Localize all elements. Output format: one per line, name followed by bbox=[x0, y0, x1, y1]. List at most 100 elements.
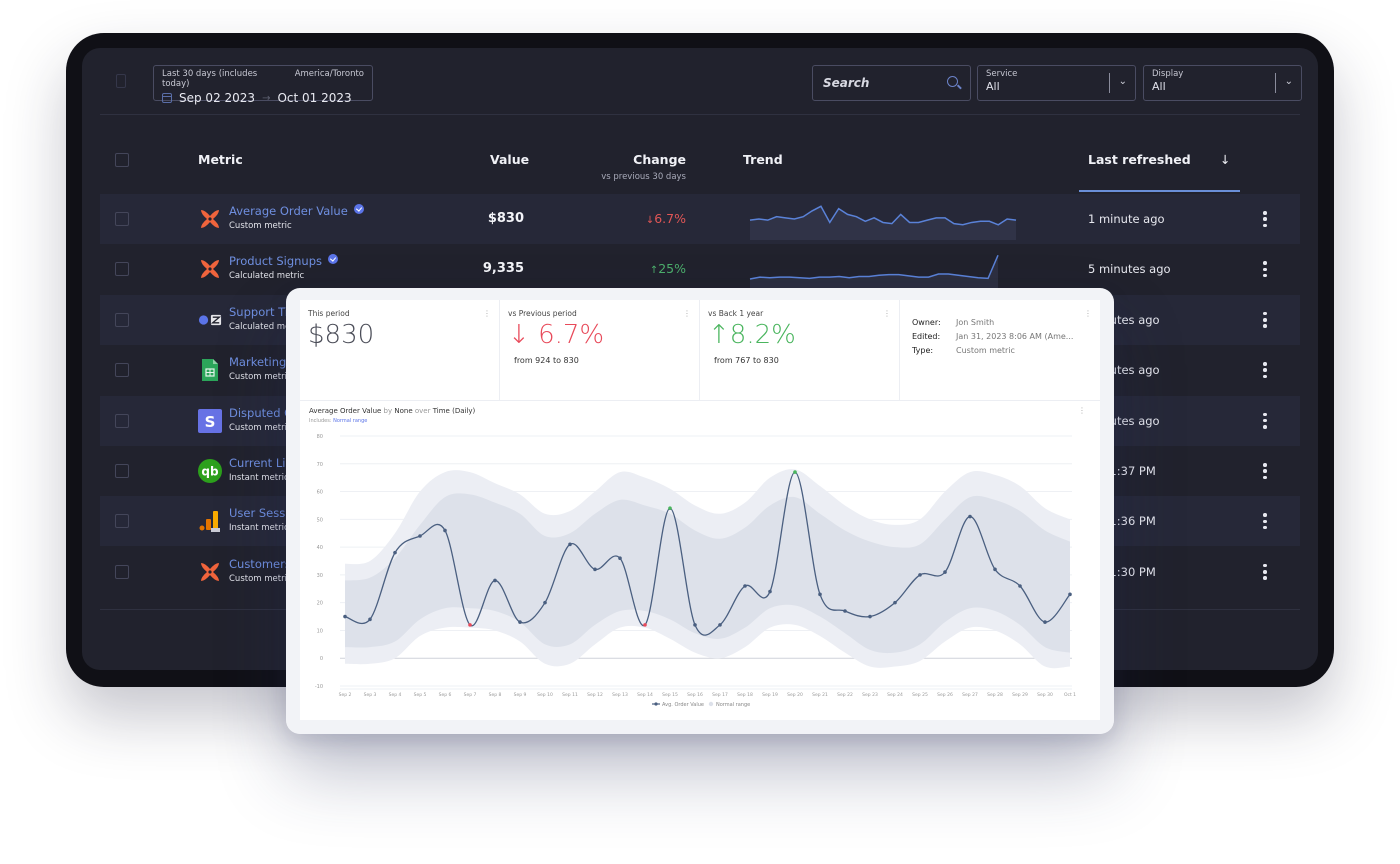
x-tick-label: Sep 9 bbox=[514, 692, 527, 698]
row-menu-icon[interactable] bbox=[1263, 412, 1267, 429]
data-point bbox=[343, 614, 347, 619]
header-change[interactable]: Change bbox=[633, 152, 686, 167]
metric-name-link[interactable]: Average Order Value bbox=[229, 204, 364, 218]
search-icon[interactable] bbox=[947, 76, 958, 87]
x-tick-label: Sep 26 bbox=[937, 692, 953, 698]
x-tick-label: Sep 27 bbox=[962, 692, 978, 698]
metric-value: $830 bbox=[487, 211, 524, 226]
data-point bbox=[643, 623, 647, 627]
table-row[interactable]: Product Signups Calculated metric 9,335 ↑25… bbox=[100, 244, 1300, 294]
metric-name[interactable]: Marketing bbox=[229, 355, 286, 369]
sort-desc-icon[interactable]: ↓ bbox=[1220, 152, 1230, 167]
row-checkbox[interactable] bbox=[115, 413, 129, 428]
data-point bbox=[868, 614, 872, 619]
row-checkbox[interactable] bbox=[115, 564, 129, 579]
data-point bbox=[368, 617, 372, 622]
data-point bbox=[943, 570, 947, 574]
data-point bbox=[1043, 620, 1047, 624]
metric-type: Custom metric bbox=[229, 372, 292, 383]
data-point bbox=[693, 623, 697, 627]
service-label: Service bbox=[986, 69, 1018, 79]
google-sheets-icon bbox=[198, 358, 222, 382]
row-checkbox[interactable] bbox=[115, 262, 129, 277]
chevron-down-icon[interactable]: ⌄ bbox=[1285, 76, 1293, 87]
metric-detail-card: This period ⋮ $830 vs Previous period ⋮ … bbox=[286, 288, 1114, 734]
date-range-picker[interactable]: Last 30 days (includes today) America/To… bbox=[153, 65, 373, 105]
metric-name-link[interactable]: Customers bbox=[229, 557, 291, 571]
header-value[interactable]: Value bbox=[490, 152, 529, 167]
date-range-label: Last 30 days (includes today) bbox=[162, 69, 258, 89]
search-box[interactable] bbox=[812, 65, 971, 101]
legend-avg-order-value: Avg. Order Value bbox=[662, 702, 704, 708]
display-value: All bbox=[1152, 80, 1166, 93]
x-tick-label: Sep 19 bbox=[762, 692, 778, 698]
display-select[interactable]: Display All ⌄ bbox=[1143, 65, 1302, 101]
select-all-checkbox[interactable] bbox=[115, 153, 129, 167]
row-checkbox[interactable] bbox=[115, 312, 129, 327]
x-tick-label: Sep 2 bbox=[339, 692, 352, 698]
metric-value: 9,335 bbox=[482, 261, 524, 277]
select-divider bbox=[1109, 73, 1110, 93]
table-row[interactable]: Average Order Value Custom metric $830 ↓6.7… bbox=[100, 194, 1300, 244]
y-tick-label: 10 bbox=[317, 628, 323, 634]
legend-range-swatch bbox=[708, 701, 714, 707]
metric-name-link[interactable]: Marketing bbox=[229, 355, 286, 369]
x-tick-label: Sep 5 bbox=[414, 692, 427, 698]
metric-change: ↑25% bbox=[650, 261, 686, 276]
row-menu-icon[interactable] bbox=[1263, 563, 1267, 580]
data-point bbox=[1018, 584, 1022, 588]
metric-name[interactable]: Average Order Value bbox=[229, 204, 348, 218]
y-tick-label: 40 bbox=[317, 545, 323, 551]
row-menu-icon[interactable] bbox=[1263, 261, 1267, 278]
data-point bbox=[918, 573, 922, 577]
toolbar: Last 30 days (includes today) America/To… bbox=[82, 48, 1318, 114]
x-tick-label: Sep 6 bbox=[439, 692, 452, 698]
x-tick-label: Sep 22 bbox=[837, 692, 853, 698]
metric-name[interactable]: Product Signups bbox=[229, 254, 322, 268]
y-tick-label: 60 bbox=[317, 490, 323, 496]
arrow-up-icon: ↑ bbox=[649, 265, 659, 277]
row-menu-icon[interactable] bbox=[1263, 362, 1267, 379]
select-divider bbox=[1275, 73, 1276, 93]
metric-name-link[interactable]: Product Signups bbox=[229, 254, 338, 268]
x-tick-label: Sep 25 bbox=[912, 692, 928, 698]
trash-icon[interactable] bbox=[116, 74, 126, 88]
row-checkbox[interactable] bbox=[115, 514, 129, 529]
chevron-down-icon[interactable]: ⌄ bbox=[1119, 76, 1127, 87]
header-change-sub: vs previous 30 days bbox=[601, 172, 686, 182]
quickbooks-icon: qb bbox=[198, 459, 222, 483]
row-menu-icon[interactable] bbox=[1263, 211, 1267, 227]
x-tick-label: Sep 24 bbox=[887, 692, 903, 698]
metric-type: Calculated metric bbox=[229, 271, 305, 282]
x-tick-label: Sep 20 bbox=[787, 692, 803, 698]
search-input[interactable] bbox=[823, 76, 938, 90]
header-metric[interactable]: Metric bbox=[198, 152, 243, 167]
y-tick-label: 30 bbox=[317, 573, 323, 579]
header-last-refreshed[interactable]: Last refreshed bbox=[1088, 152, 1191, 167]
metric-detail-panel: This period ⋮ $830 vs Previous period ⋮ … bbox=[300, 300, 1100, 720]
row-menu-icon[interactable] bbox=[1263, 463, 1267, 479]
data-point bbox=[618, 556, 622, 561]
data-point bbox=[993, 567, 997, 572]
svg-text:S: S bbox=[205, 413, 216, 431]
data-point bbox=[818, 592, 822, 597]
metric-type: Custom metric bbox=[229, 573, 292, 584]
metric-name[interactable]: Customers bbox=[229, 557, 291, 571]
timezone-label: America/Toronto bbox=[294, 69, 364, 79]
row-checkbox[interactable] bbox=[115, 363, 129, 378]
data-point bbox=[768, 589, 772, 594]
zendesk-icon bbox=[198, 308, 222, 332]
data-point bbox=[793, 470, 797, 474]
data-point bbox=[968, 514, 972, 519]
row-checkbox[interactable] bbox=[115, 464, 129, 478]
arrow-right-icon: → bbox=[262, 92, 271, 104]
row-menu-icon[interactable] bbox=[1263, 513, 1267, 530]
row-checkbox[interactable] bbox=[115, 212, 129, 226]
arrow-down-icon: ↓ bbox=[645, 215, 655, 226]
row-menu-icon[interactable] bbox=[1263, 311, 1267, 328]
service-select[interactable]: Service All ⌄ bbox=[977, 65, 1136, 101]
legend-normal-range: Normal range bbox=[716, 702, 750, 708]
header-trend: Trend bbox=[743, 152, 783, 167]
data-point bbox=[468, 623, 472, 627]
data-point bbox=[518, 620, 522, 624]
